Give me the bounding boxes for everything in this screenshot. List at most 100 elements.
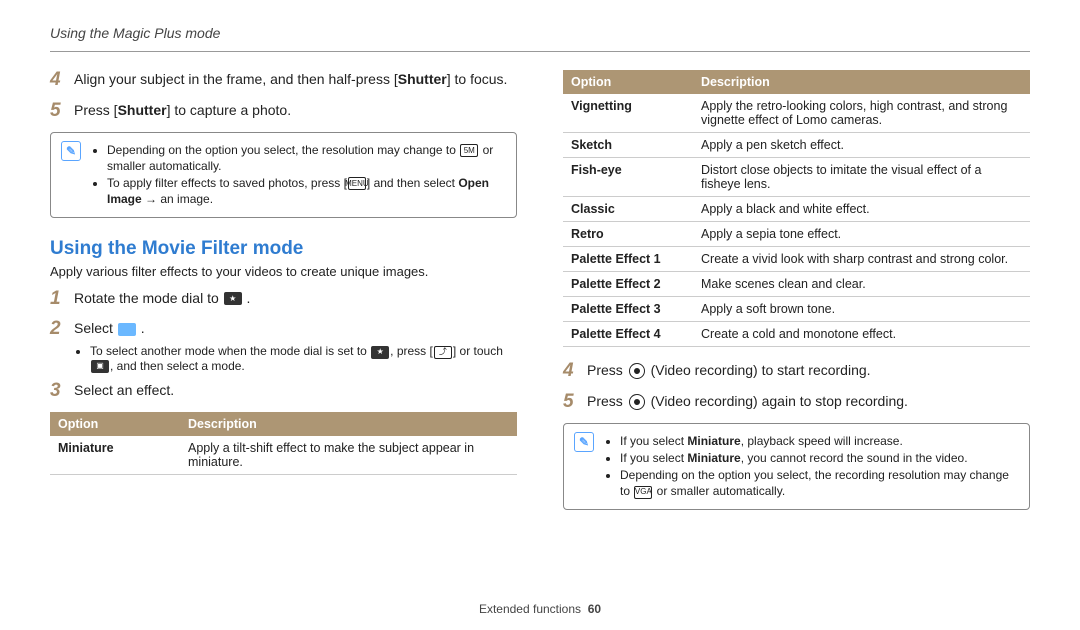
menu-icon: MENU [348,177,366,190]
text: If you select [620,451,687,465]
back-icon: ⤴ [434,346,452,359]
option-name: Palette Effect 2 [563,272,693,297]
note-item: If you select Miniature, playback speed … [620,433,1019,449]
text: , press [ [390,344,433,358]
substep: To select another mode when the mode dia… [74,344,517,373]
text: Align your subject in the frame, and the… [74,71,398,87]
section-title: Using the Movie Filter mode [50,238,517,260]
option-name: Palette Effect 3 [563,297,693,322]
shutter-label: Shutter [398,71,447,87]
step-3: 3 Select an effect. [50,381,517,402]
step-number: 5 [50,101,74,122]
step-text: Align your subject in the frame, and the… [74,70,507,89]
option-desc: Create a vivid look with sharp contrast … [693,247,1030,272]
col-description: Description [180,412,517,436]
step-number: 2 [50,319,74,340]
text: ] and then select [367,176,458,190]
text: Select [74,320,117,336]
step-number: 3 [50,381,74,402]
col-option: Option [50,412,180,436]
step-number: 4 [563,361,587,382]
text: Press [ [74,102,118,118]
step-text: Press (Video recording) again to stop re… [587,392,908,411]
text: Press [587,362,627,378]
text: To apply filter effects to saved photos,… [107,176,347,190]
text: Rotate the mode dial to [74,290,223,306]
header-rule [50,51,1030,52]
col-option: Option [563,70,693,94]
section-description: Apply various filter effects to your vid… [50,264,517,279]
footer-section: Extended functions [479,602,581,616]
note-icon: ✎ [61,141,81,161]
step-1: 1 Rotate the mode dial to ★ . [50,289,517,310]
option-name: Sketch [563,133,693,158]
step-2: 2 Select . [50,319,517,340]
option-name: Classic [563,197,693,222]
col-description: Description [693,70,1030,94]
table-row: Miniature Apply a tilt-shift effect to m… [50,436,517,475]
step-number: 1 [50,289,74,310]
option-desc: Apply a sepia tone effect. [693,222,1030,247]
miniature-label: Miniature [687,451,740,465]
text: (Video recording) again to stop recordin… [647,393,908,409]
table-row: Palette Effect 2Make scenes clean and cl… [563,272,1030,297]
option-name: Retro [563,222,693,247]
step-text: Select . [74,319,145,338]
substep-item: To select another mode when the mode dia… [90,344,517,373]
table-row: Palette Effect 1Create a vivid look with… [563,247,1030,272]
note-item: If you select Miniature, you cannot reco… [620,450,1019,466]
resolution-icon: 5M [460,144,478,157]
text: If you select [620,434,687,448]
step-text: Rotate the mode dial to ★ . [74,289,250,308]
record-icon [629,394,645,410]
columns: 4 Align your subject in the frame, and t… [50,70,1030,528]
option-desc: Apply a soft brown tone. [693,297,1030,322]
table-header-row: Option Description [50,412,517,436]
text: Press [587,393,627,409]
text: → an image. [142,192,213,206]
options-table-left: Option Description Miniature Apply a til… [50,412,517,475]
step-text: Select an effect. [74,381,174,400]
text: ] to focus. [447,71,508,87]
step-5-right: 5 Press (Video recording) again to stop … [563,392,1030,413]
table-row: VignettingApply the retro-looking colors… [563,94,1030,133]
option-desc: Make scenes clean and clear. [693,272,1030,297]
option-desc: Apply the retro-looking colors, high con… [693,94,1030,133]
text: or smaller automatically. [653,484,785,498]
note-icon: ✎ [574,432,594,452]
note-list: Depending on the option you select, the … [91,141,506,209]
note-box: ✎ Depending on the option you select, th… [50,132,517,218]
text: , playback speed will increase. [741,434,903,448]
option-desc: Apply a black and white effect. [693,197,1030,222]
page-header: Using the Magic Plus mode [50,25,1030,41]
text: ] or touch [453,344,503,358]
table-row: ClassicApply a black and white effect. [563,197,1030,222]
note-item: Depending on the option you select, the … [107,142,506,174]
table-row: RetroApply a sepia tone effect. [563,222,1030,247]
option-name: Palette Effect 4 [563,322,693,347]
table-row: Palette Effect 3Apply a soft brown tone. [563,297,1030,322]
right-column: Option Description VignettingApply the r… [563,70,1030,528]
step-text: Press (Video recording) to start recordi… [587,361,871,380]
options-table-right: Option Description VignettingApply the r… [563,70,1030,347]
option-desc: Apply a tilt-shift effect to make the su… [180,436,517,475]
text: (Video recording) to start recording. [647,362,871,378]
text: , you cannot record the sound in the vid… [741,451,968,465]
camera-icon: ▣ [91,360,109,373]
step-number: 4 [50,70,74,91]
table-row: SketchApply a pen sketch effect. [563,133,1030,158]
vga-icon: VGA [634,486,652,499]
option-desc: Apply a pen sketch effect. [693,133,1030,158]
step-text: Press [Shutter] to capture a photo. [74,101,291,120]
option-name: Miniature [50,436,180,475]
step-4-right: 4 Press (Video recording) to start recor… [563,361,1030,382]
text: ] to capture a photo. [167,102,292,118]
option-name: Vignetting [563,94,693,133]
option-desc: Create a cold and monotone effect. [693,322,1030,347]
shutter-label: Shutter [118,102,167,118]
step-4: 4 Align your subject in the frame, and t… [50,70,517,91]
option-name: Palette Effect 1 [563,247,693,272]
left-column: 4 Align your subject in the frame, and t… [50,70,517,528]
option-name: Fish-eye [563,158,693,197]
option-desc: Distort close objects to imitate the vis… [693,158,1030,197]
